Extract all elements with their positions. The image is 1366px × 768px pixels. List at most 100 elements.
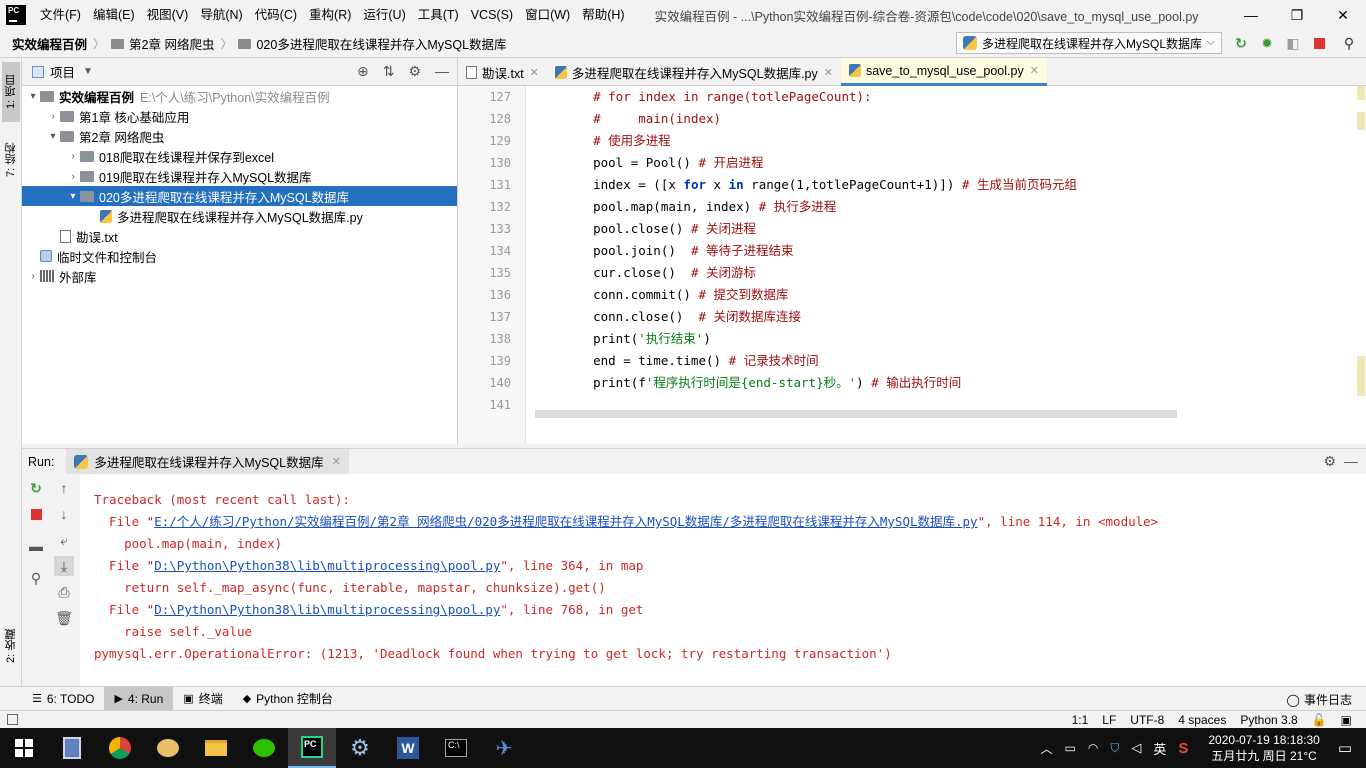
hide-icon[interactable]: — [435,63,449,80]
chevron-right-icon[interactable]: › [46,111,60,122]
notification-icon[interactable]: ▣ [1341,711,1352,729]
pin-icon[interactable]: ⚲ [26,568,46,588]
tree-item[interactable]: › 019爬取在线课程并存入MySQL数据库 [22,166,457,186]
calculator-icon[interactable] [48,728,96,768]
wifi-icon[interactable]: ◠ [1088,741,1098,755]
arrow-up-icon[interactable]: ↑ [54,478,74,498]
project-panel-title[interactable]: 项目 [50,62,75,81]
file-encoding[interactable]: UTF-8 [1130,711,1164,729]
chevron-right-icon[interactable]: › [26,271,40,282]
arrow-down-icon[interactable]: ↓ [54,504,74,524]
code-line[interactable]: # 使用多进程 [563,130,1353,152]
shield-icon[interactable]: ⛉ [1110,741,1119,756]
tree-item[interactable]: 临时文件和控制台 [22,246,457,266]
chrome-icon[interactable] [96,728,144,768]
word-icon[interactable]: W [384,728,432,768]
run-configuration-select[interactable]: 多进程爬取在线课程并存入MySQL数据库 ⌵ [956,32,1222,54]
collapse-all-icon[interactable]: ⇅ [383,63,395,80]
code-line[interactable]: cur.close() # 关闭游标 [563,262,1353,284]
scroll-to-end-icon[interactable]: ⤓ [54,556,74,576]
debug-icon[interactable]: ✹ [1258,34,1276,52]
breadcrumb-chapter[interactable]: 第2章 网络爬虫 [111,34,214,53]
menu-help[interactable]: 帮助(H) [576,0,630,30]
layout-icon[interactable]: ▬ [26,536,46,556]
locate-icon[interactable]: ⊕ [357,63,369,80]
close-icon[interactable]: ✕ [1320,0,1366,30]
code-line[interactable]: conn.close() # 关闭数据库连接 [563,306,1353,328]
close-tab-icon[interactable]: ✕ [332,455,341,468]
menu-window[interactable]: 窗口(W) [519,0,576,30]
menu-tools[interactable]: 工具(T) [412,0,465,30]
code-line[interactable]: print(f'程序执行时间是{end-start}秒。') # 输出执行时间 [563,372,1353,394]
tree-item[interactable]: ▾ 020多进程爬取在线课程并存入MySQL数据库 [22,186,457,206]
chevron-down-icon[interactable]: ▾ [66,191,80,202]
menu-run[interactable]: 运行(U) [357,0,411,30]
rerun-icon[interactable]: ↻ [26,478,46,498]
tree-item[interactable]: › 018爬取在线课程并保存到excel [22,146,457,166]
notification-center-icon[interactable]: ▭ [1338,739,1352,757]
code-editor[interactable]: 127 128 129 130 131 132 133 134 135 136 137 138 139 1… [458,86,1366,444]
code-line[interactable]: pool.close() # 关闭进程 [563,218,1353,240]
tree-item[interactable]: 多进程爬取在线课程并存入MySQL数据库.py [22,206,457,226]
menu-edit[interactable]: 编辑(E) [87,0,141,30]
cmd-icon[interactable]: C:\ [432,728,480,768]
toggle-tool-windows-icon[interactable] [7,714,18,725]
print-icon[interactable]: ⎙ [54,582,74,602]
tab-multiprocess-py[interactable]: 多进程爬取在线课程并存入MySQL数据库.py ✕ [547,58,841,86]
pycharm-icon[interactable]: PC [288,728,336,768]
tab-structure[interactable]: 7: 结构 [2,134,20,186]
breadcrumb-folder[interactable]: 020多进程爬取在线课程并存入MySQL数据库 [238,34,507,53]
python-interpreter[interactable]: Python 3.8 [1240,711,1297,729]
tree-item[interactable]: › 第1章 核心基础应用 [22,106,457,126]
volume-icon[interactable]: ◁ [1131,740,1141,756]
breadcrumb-project[interactable]: 实效编程百例 [12,34,87,53]
code-line[interactable]: print('执行结束') [563,328,1353,350]
tab-favorites[interactable]: 2: 收藏 [2,618,20,674]
close-tab-icon[interactable]: ✕ [530,66,539,79]
file-explorer-icon[interactable] [192,728,240,768]
menu-refactor[interactable]: 重构(R) [303,0,357,30]
indent-setting[interactable]: 4 spaces [1178,711,1226,729]
tree-item[interactable]: 勘误.txt [22,226,457,246]
soft-wrap-icon[interactable]: ⤶ [54,530,74,550]
chevron-down-icon[interactable]: ▼ [83,66,93,77]
console-file-link[interactable]: D:\Python\Python38\lib\multiprocessing\p… [154,602,500,617]
menu-view[interactable]: 视图(V) [141,0,195,30]
code-line[interactable]: # for index in range(totlePageCount): [563,86,1353,108]
search-icon[interactable]: ⚲ [1340,34,1358,52]
menu-code[interactable]: 代码(C) [249,0,303,30]
code-line[interactable]: conn.commit() # 提交到数据库 [563,284,1353,306]
ghost-icon[interactable]: ✈ [480,728,528,768]
hide-icon[interactable]: — [1344,453,1358,469]
chevron-right-icon[interactable]: › [66,171,80,182]
gear-icon[interactable]: ⚙ [1323,453,1336,470]
run-console[interactable]: Traceback (most recent call last): File … [80,474,1366,686]
tab-save-to-mysql-use-pool[interactable]: save_to_mysql_use_pool.py ✕ [840,58,1047,86]
battery-icon[interactable]: ▭ [1065,741,1076,755]
run-tab[interactable]: 多进程爬取在线课程并存入MySQL数据库 ✕ [66,448,349,475]
line-separator[interactable]: LF [1102,711,1116,729]
tree-item[interactable]: ▾ 第2章 网络爬虫 [22,126,457,146]
code-line[interactable]: pool.join() # 等待子进程结束 [563,240,1353,262]
close-tab-icon[interactable]: ✕ [1030,64,1039,77]
stop-icon[interactable] [26,504,46,524]
lock-icon[interactable]: 🔓 [1312,711,1327,729]
gear-icon[interactable]: ⚙ [408,63,421,80]
ime-indicator[interactable]: 英 [1153,739,1166,758]
windows-start-icon[interactable] [0,728,48,768]
chevron-down-icon[interactable]: ▾ [46,131,60,142]
chevron-down-icon[interactable]: ▾ [26,91,40,102]
sogou-ime-icon[interactable]: S [1178,740,1188,757]
menu-file[interactable]: 文件(F) [34,0,87,30]
event-log-button[interactable]: ◯ 事件日志 [1287,691,1352,708]
tab-errata-txt[interactable]: 勘误.txt ✕ [458,58,547,86]
chevron-up-icon[interactable]: ︿ [1040,740,1052,757]
code-line[interactable]: # main(index) [563,108,1353,130]
chevron-right-icon[interactable]: › [66,151,80,162]
code-line[interactable]: index = ([x for x in range(1,totlePageCo… [563,174,1353,196]
console-file-link[interactable]: D:\Python\Python38\lib\multiprocessing\p… [154,558,500,573]
horizontal-scrollbar[interactable] [535,410,1177,418]
restore-icon[interactable]: ❐ [1274,0,1320,30]
code-area[interactable]: # for index in range(totlePageCount): # … [563,86,1353,416]
wechat-icon[interactable] [240,728,288,768]
